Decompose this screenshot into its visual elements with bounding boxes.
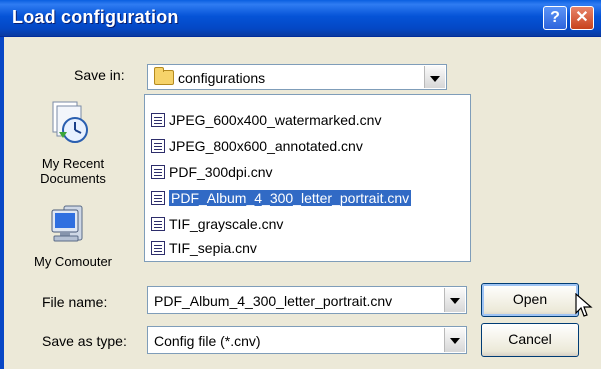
- title-bar[interactable]: Load configuration ? ✕: [0, 0, 601, 37]
- save-as-type-label: Save as type:: [42, 333, 127, 349]
- list-item-selected[interactable]: PDF_Album_4_300_letter_portrait.cnv: [151, 187, 412, 209]
- cancel-button[interactable]: Cancel: [481, 323, 579, 357]
- window-frame-edge: [0, 36, 4, 369]
- folder-icon: [154, 67, 174, 85]
- window-title: Load configuration: [12, 7, 179, 27]
- file-list[interactable]: JPEG_600x400_watermarked.cnv JPEG_800x60…: [144, 94, 471, 262]
- my-computer-icon: [51, 205, 83, 242]
- save-in-label: Save in:: [74, 67, 125, 83]
- save-in-value: configurations: [178, 70, 266, 86]
- config-file-icon: [151, 139, 165, 153]
- place-my-computer-label: My Comouter: [33, 254, 113, 269]
- mouse-cursor-icon: [575, 293, 593, 317]
- file-name: PDF_Album_4_300_letter_portrait.cnv: [169, 190, 412, 206]
- close-button[interactable]: ✕: [570, 6, 594, 30]
- list-item[interactable]: TIF_grayscale.cnv: [151, 213, 283, 235]
- file-name-label: File name:: [42, 294, 108, 310]
- chevron-down-icon[interactable]: [424, 66, 445, 88]
- config-file-icon: [151, 217, 165, 231]
- config-file-icon: [151, 191, 165, 205]
- file-name: PDF_300dpi.cnv: [169, 164, 273, 180]
- save-in-dropdown[interactable]: configurations: [147, 64, 447, 90]
- help-button[interactable]: ?: [543, 6, 567, 30]
- save-as-type-dropdown[interactable]: Config file (*.cnv): [147, 326, 467, 354]
- file-name-value: PDF_Album_4_300_letter_portrait.cnv: [154, 293, 393, 309]
- list-item[interactable]: JPEG_800x600_annotated.cnv: [151, 135, 363, 157]
- open-button[interactable]: Open: [481, 283, 579, 317]
- list-item[interactable]: TIF_sepia.cnv: [151, 237, 257, 259]
- chevron-down-icon[interactable]: [444, 288, 465, 312]
- file-name: JPEG_800x600_annotated.cnv: [169, 138, 363, 154]
- file-name: TIF_grayscale.cnv: [169, 216, 284, 232]
- recent-documents-icon: [52, 101, 88, 143]
- list-item[interactable]: PDF_300dpi.cnv: [151, 161, 273, 183]
- config-file-icon: [151, 113, 165, 127]
- list-item[interactable]: JPEG_600x400_watermarked.cnv: [151, 109, 381, 131]
- file-name: JPEG_600x400_watermarked.cnv: [169, 112, 382, 128]
- file-name: TIF_sepia.cnv: [169, 240, 257, 256]
- config-file-icon: [151, 241, 165, 255]
- save-as-type-value: Config file (*.cnv): [154, 333, 261, 349]
- file-name-input[interactable]: PDF_Album_4_300_letter_portrait.cnv: [147, 286, 467, 314]
- chevron-down-icon[interactable]: [444, 328, 465, 352]
- config-file-icon: [151, 165, 165, 179]
- place-recent-documents-label: My Recent Documents: [40, 156, 106, 186]
